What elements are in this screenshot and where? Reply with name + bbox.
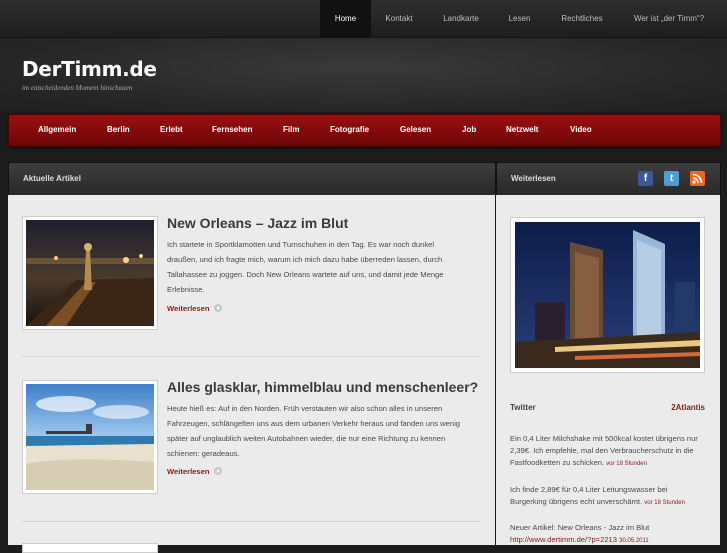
tweet-timestamp[interactable]: vor 18 Stunden bbox=[644, 500, 685, 506]
arrow-right-icon bbox=[213, 467, 222, 475]
excerpt-line: Ich startete in Sportklamotten und Turns… bbox=[167, 240, 435, 249]
twitter-account-link[interactable]: 2Atlantis bbox=[671, 403, 705, 412]
sidebar: Twitter 2Atlantis Ein 0,4 Liter Milchsha… bbox=[496, 195, 720, 545]
articles-header-bar: Aktuelle Artikel bbox=[8, 162, 496, 196]
post-title[interactable]: New Orleans – Jazz im Blut bbox=[167, 215, 348, 231]
nav-item-wer-ist[interactable]: Wer ist „der Timm“? bbox=[626, 0, 712, 37]
main-content: New Orleans – Jazz im Blut Ich startete … bbox=[8, 195, 495, 553]
read-more-label: Weiterlesen bbox=[167, 304, 210, 313]
read-more-link[interactable]: Weiterlesen bbox=[167, 467, 222, 476]
nav-item-home[interactable]: Home bbox=[320, 0, 371, 37]
category-video[interactable]: Video bbox=[570, 115, 592, 146]
arrow-right-icon bbox=[213, 304, 222, 312]
category-job[interactable]: Job bbox=[462, 115, 476, 146]
facebook-icon[interactable]: f bbox=[638, 171, 653, 186]
post-excerpt: Heute hieß es: Auf in den Norden. Früh v… bbox=[167, 401, 482, 461]
excerpt-line: schienen: geradeaus. bbox=[167, 449, 240, 458]
top-navigation: Home Kontakt Landkarte Lesen Rechtliches… bbox=[0, 0, 727, 38]
rss-icon[interactable] bbox=[690, 171, 705, 186]
tweet: Neuer Artikel: New Orleans - Jazz im Blu… bbox=[510, 522, 706, 547]
sidebar-section-title: Weiterlesen bbox=[511, 174, 556, 183]
tweet-text: Ein 0,4 Liter Milchshake mit 500kcal kos… bbox=[510, 434, 698, 467]
post-title[interactable]: Alles glasklar, himmelblau und menschenl… bbox=[167, 379, 478, 395]
category-bar: Allgemein Berlin Erlebt Fernsehen Film F… bbox=[8, 114, 721, 147]
read-more-link[interactable]: Weiterlesen bbox=[167, 304, 222, 313]
tweet-text: Neuer Artikel: New Orleans - Jazz im Blu… bbox=[510, 523, 650, 532]
category-erlebt[interactable]: Erlebt bbox=[160, 115, 183, 146]
category-netzwelt[interactable]: Netzwelt bbox=[506, 115, 538, 146]
nav-item-lesen[interactable]: Lesen bbox=[497, 0, 542, 37]
nav-item-kontakt[interactable]: Kontakt bbox=[373, 0, 425, 37]
site-header: DerTimm.de im entscheidenden Moment hins… bbox=[0, 38, 727, 112]
tweet-timestamp[interactable]: vor 18 Stunden bbox=[606, 461, 647, 467]
site-tagline: im entscheidenden Moment hinschauen bbox=[22, 84, 133, 92]
tweet: Ein 0,4 Liter Milchshake mit 500kcal kos… bbox=[510, 433, 706, 470]
post-divider bbox=[22, 521, 480, 522]
post-divider bbox=[22, 356, 480, 357]
category-fernsehen[interactable]: Fernsehen bbox=[212, 115, 252, 146]
post-thumbnail-new-orleans[interactable] bbox=[22, 216, 158, 330]
category-gelesen[interactable]: Gelesen bbox=[400, 115, 431, 146]
twitter-heading: Twitter bbox=[510, 403, 536, 412]
read-more-label: Weiterlesen bbox=[167, 467, 210, 476]
category-berlin[interactable]: Berlin bbox=[107, 115, 130, 146]
excerpt-line: draußen, und ich fragte mich, warum ich … bbox=[167, 255, 443, 264]
category-allgemein[interactable]: Allgemein bbox=[38, 115, 76, 146]
post-excerpt: Ich startete in Sportklamotten und Turns… bbox=[167, 237, 482, 297]
sidebar-photo[interactable] bbox=[510, 217, 705, 373]
sidebar-header-bar: Weiterlesen f t bbox=[496, 162, 721, 196]
tweet: Ich finde 2,89€ für 0,4 Liter Leitungswa… bbox=[510, 484, 706, 509]
excerpt-line: Heute hieß es: Auf in den Norden. Früh v… bbox=[167, 404, 443, 413]
category-film[interactable]: Film bbox=[283, 115, 299, 146]
tweet-timestamp[interactable]: 30.05.2011 bbox=[619, 538, 649, 544]
excerpt-line: später auf unglaublich weiten Autobahnen… bbox=[167, 434, 446, 443]
site-title[interactable]: DerTimm.de bbox=[22, 57, 157, 81]
excerpt-line: Erlebnisse. bbox=[167, 285, 205, 294]
post-thumbnail-beach[interactable] bbox=[22, 380, 158, 494]
twitter-icon[interactable]: t bbox=[664, 171, 679, 186]
excerpt-line: Tallahassee zu joggen. Doch New Orleans … bbox=[167, 270, 444, 279]
category-fotografie[interactable]: Fotografie bbox=[330, 115, 369, 146]
excerpt-line: Fahrzeugen, schlängelten uns aus dem urb… bbox=[167, 419, 460, 428]
nav-item-rechtliches[interactable]: Rechtliches bbox=[552, 0, 612, 37]
tweet-link[interactable]: http://www.dertimm.de/?p=2213 bbox=[510, 535, 617, 544]
articles-section-title: Aktuelle Artikel bbox=[23, 174, 81, 183]
nav-item-landkarte[interactable]: Landkarte bbox=[432, 0, 490, 37]
